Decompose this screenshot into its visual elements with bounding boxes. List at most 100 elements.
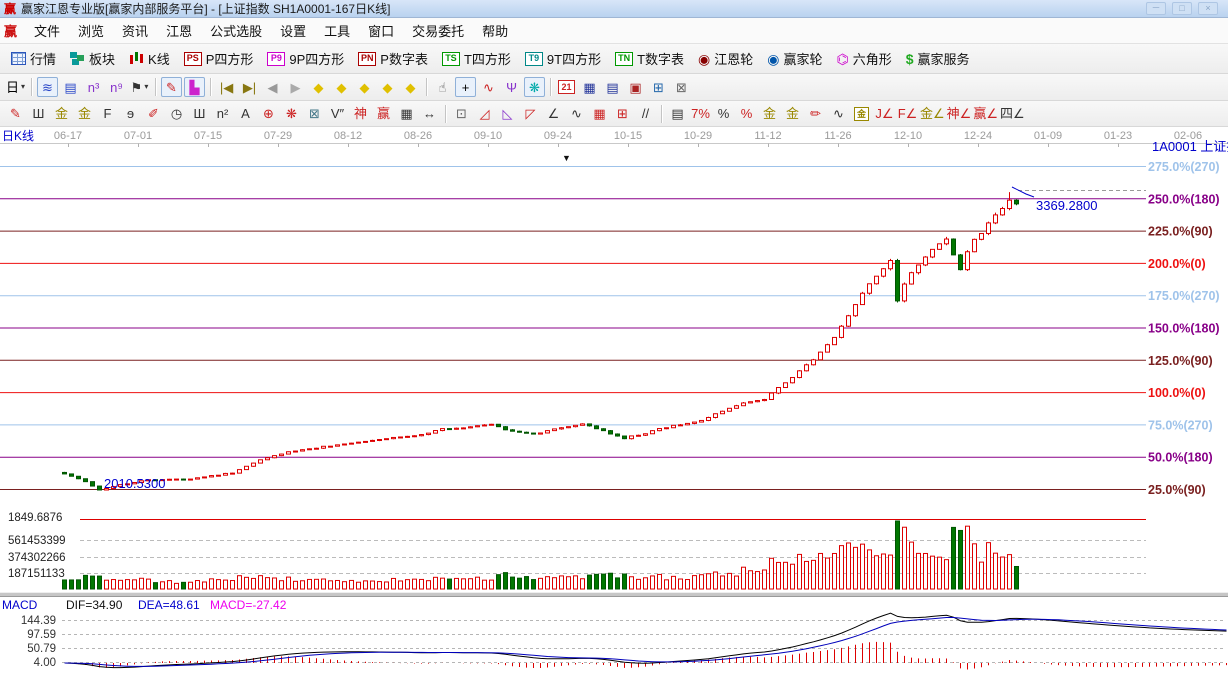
- gann-expand-all-icon[interactable]: ◆: [400, 77, 421, 97]
- print-capture-icon[interactable]: ⊠: [671, 77, 692, 97]
- two-point-line-icon[interactable]: ∿: [478, 77, 499, 97]
- menu-item-7[interactable]: 窗口: [359, 24, 403, 39]
- flag-marker-icon[interactable]: ⚑▾: [129, 77, 150, 97]
- n2-grid-icon[interactable]: n²: [212, 104, 233, 124]
- red-grid-icon[interactable]: ▦: [589, 104, 610, 124]
- h-span-icon[interactable]: ↔: [419, 104, 440, 124]
- box-fan-icon[interactable]: ◸: [520, 104, 541, 124]
- gann-move-right-icon[interactable]: ◆: [331, 77, 352, 97]
- a-channel-icon[interactable]: A: [235, 104, 256, 124]
- vol-bars-3-icon[interactable]: n³: [83, 77, 104, 97]
- grid-shift-icon[interactable]: ⊞: [612, 104, 633, 124]
- minimize-button[interactable]: －: [1146, 2, 1166, 15]
- toolbar-9p-square-button[interactable]: P99P四方形: [260, 47, 351, 71]
- first-page-icon[interactable]: |◀: [216, 77, 237, 97]
- gann-move-left-icon[interactable]: ◆: [308, 77, 329, 97]
- gold-line-icon[interactable]: 金: [782, 104, 803, 124]
- menu-item-6[interactable]: 工具: [315, 24, 359, 39]
- quote-v-icon[interactable]: V″: [327, 104, 348, 124]
- percent-line-icon[interactable]: %: [736, 104, 757, 124]
- toolbar-t-number-table-button[interactable]: TNT数字表: [608, 47, 691, 71]
- gann-window-tool-icon[interactable]: Ψ: [501, 77, 522, 97]
- percent-7-icon[interactable]: 7%: [690, 104, 711, 124]
- gann-compress-h-icon[interactable]: ◆: [377, 77, 398, 97]
- ruler-125-icon[interactable]: ▦: [396, 104, 417, 124]
- next-page-icon[interactable]: ▶: [285, 77, 306, 97]
- spiral-9-icon[interactable]: ɘ: [120, 104, 141, 124]
- period-selector-icon[interactable]: 日▾: [5, 77, 26, 97]
- clock-wheel-icon[interactable]: ◷: [166, 104, 187, 124]
- wave-lines-icon[interactable]: ∿: [566, 104, 587, 124]
- zigzag-map-icon[interactable]: ≋: [37, 77, 58, 97]
- menu-item-1[interactable]: 浏览: [69, 24, 113, 39]
- red-target-icon[interactable]: ⊕: [258, 104, 279, 124]
- menu-item-4[interactable]: 公式选股: [201, 24, 271, 39]
- menu-item-9[interactable]: 帮助: [473, 24, 517, 39]
- chart-area[interactable]: 06-1707-0107-1507-2908-1208-2609-1009-24…: [0, 127, 1228, 680]
- toolbar-quotes-button[interactable]: 行情: [4, 47, 63, 71]
- stats-table-icon[interactable]: ▤: [667, 104, 688, 124]
- gold-angle-icon[interactable]: 金∠: [920, 104, 945, 124]
- gold-circle-icon[interactable]: 金: [759, 104, 780, 124]
- win-angle-icon[interactable]: 赢∠: [973, 104, 998, 124]
- av-wave-icon[interactable]: ∿: [828, 104, 849, 124]
- notepad-icon[interactable]: ▤: [602, 77, 623, 97]
- network-share-icon[interactable]: ⊞: [648, 77, 669, 97]
- close-button[interactable]: ×: [1198, 2, 1218, 15]
- plain-comb-icon[interactable]: Ш: [189, 104, 210, 124]
- red-brush-icon[interactable]: ✏: [805, 104, 826, 124]
- vol-bars-9-icon[interactable]: n⁹: [106, 77, 127, 97]
- draw-pencil-icon[interactable]: ✎: [5, 104, 26, 124]
- purple-fan-icon[interactable]: ◺: [497, 104, 518, 124]
- menu-item-0[interactable]: 文件: [25, 24, 69, 39]
- god-angle-icon[interactable]: 神∠: [947, 104, 972, 124]
- gold-box-icon[interactable]: 金: [851, 104, 872, 124]
- toolbar-sectors-button[interactable]: 板块: [63, 47, 122, 71]
- web-target-icon[interactable]: ❋: [281, 104, 302, 124]
- smart-brain-icon[interactable]: ❋: [524, 77, 545, 97]
- menu-item-3[interactable]: 江恩: [157, 24, 201, 39]
- f-comb-icon[interactable]: F: [97, 104, 118, 124]
- draw-scribble-icon[interactable]: ✎: [161, 77, 182, 97]
- save-disk-icon[interactable]: ▣: [625, 77, 646, 97]
- calculator-icon[interactable]: ▦: [579, 77, 600, 97]
- toolbar-p-number-table-button[interactable]: PNP数字表: [351, 47, 435, 71]
- menu-item-8[interactable]: 交易委托: [403, 24, 473, 39]
- color-histogram-icon[interactable]: ▙: [184, 77, 205, 97]
- prev-page-icon[interactable]: ◀: [262, 77, 283, 97]
- percent-icon[interactable]: %: [713, 104, 734, 124]
- toolbar-t-square-button[interactable]: TST四方形: [435, 47, 518, 71]
- menu-item-5[interactable]: 设置: [271, 24, 315, 39]
- menu-item-2[interactable]: 资讯: [113, 24, 157, 39]
- toolbar-9t-square-button[interactable]: T99T四方形: [518, 47, 608, 71]
- gold-comb-1-icon[interactable]: 金: [51, 104, 72, 124]
- win-grid-icon[interactable]: 赢: [373, 104, 394, 124]
- hand-drag-icon[interactable]: ☝: [432, 77, 453, 97]
- toolbar-winner-service-button[interactable]: $赢家服务: [899, 47, 977, 71]
- last-page-icon[interactable]: ▶|: [239, 77, 260, 97]
- four-angle-icon[interactable]: 四∠: [1000, 104, 1025, 124]
- t-square-icon: TS: [442, 52, 460, 66]
- angle-fan-icon[interactable]: ∠: [543, 104, 564, 124]
- toolbar-gann-wheel-button[interactable]: ◉江恩轮: [691, 47, 760, 71]
- comb-grid-icon[interactable]: Ш: [28, 104, 49, 124]
- quote-list-icon[interactable]: ▤: [60, 77, 81, 97]
- gann-expand-h-icon[interactable]: ◆: [354, 77, 375, 97]
- god-grid-icon[interactable]: 神: [350, 104, 371, 124]
- crosshair-icon[interactable]: +: [455, 77, 476, 97]
- gold-comb-2-icon[interactable]: 金: [74, 104, 95, 124]
- slant-lines-icon[interactable]: //: [635, 104, 656, 124]
- kline-chart[interactable]: 06-1707-0107-1507-2908-1208-2609-1009-24…: [0, 127, 1228, 680]
- toolbar-kline-button[interactable]: K线: [122, 47, 177, 71]
- toolbar-hexagon-button[interactable]: ⌬六角形: [830, 47, 899, 71]
- toolbar-p-square-button[interactable]: PSP四方形: [177, 47, 261, 71]
- web-box-icon[interactable]: ⊠: [304, 104, 325, 124]
- toolbar-winner-wheel-button[interactable]: ◉赢家轮: [760, 47, 829, 71]
- square-ruler-icon[interactable]: ⊡: [451, 104, 472, 124]
- pencil-ruler-icon[interactable]: ✐: [143, 104, 164, 124]
- f-angle-icon[interactable]: F∠: [897, 104, 918, 124]
- maximize-button[interactable]: □: [1172, 2, 1192, 15]
- calendar-icon[interactable]: 21: [556, 77, 577, 97]
- j-angle-icon[interactable]: J∠: [874, 104, 895, 124]
- red-fan-icon[interactable]: ◿: [474, 104, 495, 124]
